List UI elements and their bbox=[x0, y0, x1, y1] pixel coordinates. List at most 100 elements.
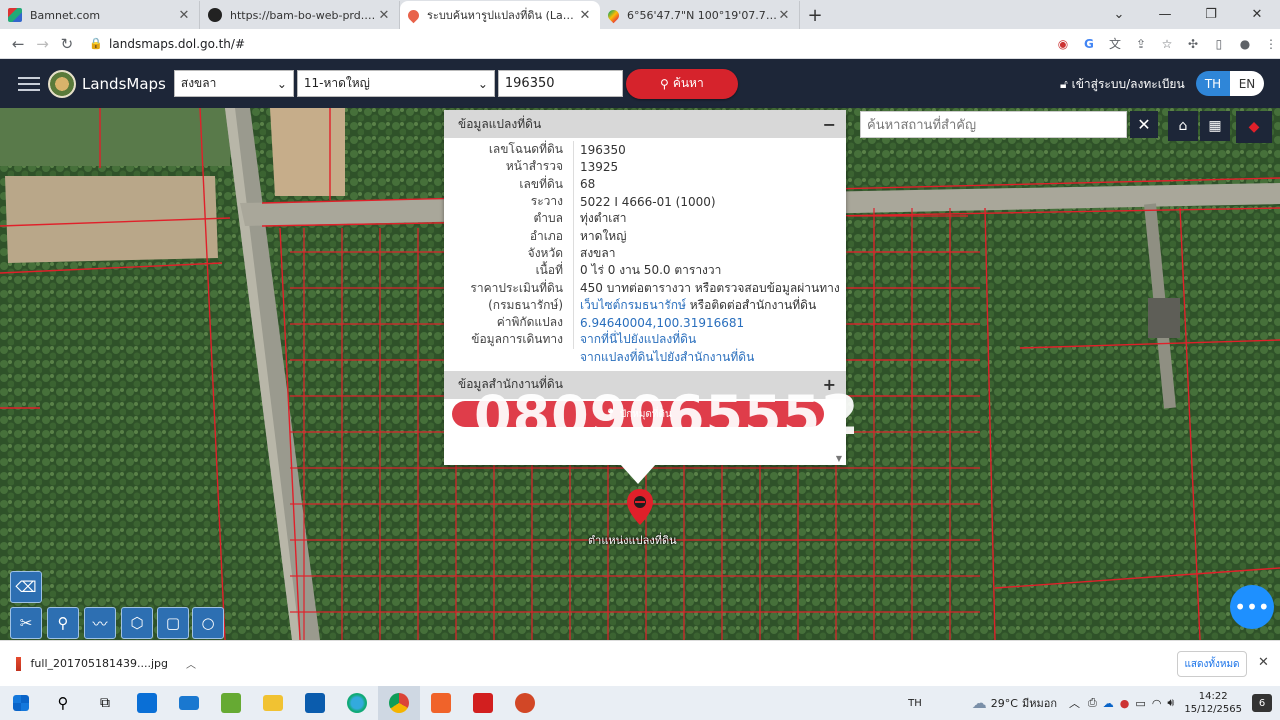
collapse-minus-icon[interactable]: − bbox=[823, 115, 836, 134]
wifi-icon[interactable]: ◠ bbox=[1152, 697, 1162, 710]
lang-en-button[interactable]: EN bbox=[1230, 71, 1264, 96]
clock[interactable]: 14:22 15/12/2565 bbox=[1184, 690, 1242, 716]
back-icon[interactable]: ← bbox=[6, 35, 30, 53]
acrobat-icon[interactable] bbox=[462, 686, 504, 720]
onedrive-icon[interactable]: ☁ bbox=[1103, 697, 1114, 710]
province-select[interactable]: สงขลา ⌄ bbox=[173, 70, 294, 97]
circle-icon[interactable]: ○ bbox=[192, 607, 224, 639]
input-language[interactable]: TH bbox=[908, 698, 922, 709]
polygon-icon[interactable]: ⬡ bbox=[121, 607, 153, 639]
field-value: 450 บาทต่อตารางวา หรือตรวจสอบข้อมูลผ่านท… bbox=[580, 280, 840, 295]
minimize-icon[interactable]: — bbox=[1142, 0, 1188, 29]
layers-icon[interactable]: ◆ bbox=[1236, 111, 1272, 143]
hamburger-menu-icon[interactable] bbox=[18, 73, 40, 95]
download-item[interactable]: full_201705181439....jpg ︿ bbox=[16, 656, 196, 671]
polyline-icon[interactable]: 〰 bbox=[84, 607, 116, 639]
bbs-app-icon[interactable] bbox=[210, 686, 252, 720]
coordinates-link[interactable]: 6.94640004,100.31916681 bbox=[574, 316, 744, 330]
google-icon[interactable]: G bbox=[1080, 35, 1098, 53]
printer-icon[interactable]: ⎙ bbox=[1088, 696, 1097, 710]
field-value: เว็บไซต์กรมธนารักษ์ หรือติดต่อสำนักงานที… bbox=[574, 296, 816, 315]
grid-layer-icon[interactable]: ▦ bbox=[1200, 111, 1230, 141]
more-options-button[interactable]: ••• bbox=[1230, 585, 1274, 629]
ruler-tools-icon[interactable]: ✂ bbox=[10, 607, 42, 639]
search-button-label: ค้นหา bbox=[672, 76, 704, 90]
home-app-icon[interactable] bbox=[420, 686, 462, 720]
share-icon[interactable]: ⇪ bbox=[1132, 35, 1150, 53]
treasury-website-link[interactable]: เว็บไซต์กรมธนารักษ์ bbox=[580, 298, 686, 312]
tab-title: ระบบค้นหารูปแปลงที่ดิน (LandsMaps bbox=[427, 9, 578, 22]
show-hidden-icons-icon[interactable]: ︿ bbox=[1069, 695, 1080, 711]
language-toggle: TH EN bbox=[1196, 71, 1264, 96]
store-icon[interactable] bbox=[126, 686, 168, 720]
dol-logo bbox=[48, 69, 76, 98]
network-icon[interactable]: ▭ bbox=[1135, 697, 1145, 710]
edge-icon[interactable] bbox=[336, 686, 378, 720]
close-downloads-icon[interactable]: ✕ bbox=[1258, 655, 1269, 670]
profile-avatar-icon[interactable]: ● bbox=[1236, 35, 1254, 53]
chrome-icon[interactable] bbox=[378, 686, 420, 720]
home-icon[interactable]: ⌂ bbox=[1168, 111, 1198, 141]
rectangle-icon[interactable]: ▢ bbox=[157, 607, 189, 639]
restore-icon[interactable]: ❐ bbox=[1188, 0, 1234, 29]
row-land-no: เลขที่ดิน 68 bbox=[444, 175, 846, 193]
search-button[interactable]: ⚲ ค้นหา bbox=[625, 68, 738, 99]
extensions-puzzle-icon[interactable]: ✣ bbox=[1184, 35, 1202, 53]
weather-condition[interactable]: มีหมอก bbox=[1022, 694, 1057, 712]
directions-to-parcel-link[interactable]: จากที่นี่ไปยังแปลงที่ดิน bbox=[574, 330, 696, 349]
browser-tab-landsmaps[interactable]: ระบบค้นหารูปแปลงที่ดิน (LandsMaps ✕ bbox=[400, 1, 600, 29]
temperature[interactable]: 29°C bbox=[991, 697, 1018, 710]
app-tray-icon[interactable]: ● bbox=[1120, 697, 1130, 710]
reload-icon[interactable]: ↻ bbox=[55, 35, 79, 53]
bookmark-star-icon[interactable]: ☆ bbox=[1158, 35, 1176, 53]
clear-search-icon[interactable]: ✕ bbox=[1130, 111, 1158, 138]
new-tab-button[interactable]: + bbox=[800, 1, 830, 29]
directions-to-office-link[interactable]: จากแปลงที่ดินไปยังสำนักงานที่ดิน bbox=[574, 348, 754, 367]
location-blocked-icon[interactable]: ◉ bbox=[1054, 35, 1072, 53]
close-window-icon[interactable]: ✕ bbox=[1234, 0, 1280, 29]
tab-search-icon[interactable]: ⌄ bbox=[1096, 0, 1142, 29]
notification-badge[interactable]: 6 bbox=[1252, 694, 1272, 712]
parcel-info-header[interactable]: ข้อมูลแปลงที่ดิน − bbox=[444, 110, 846, 138]
forward-icon[interactable]: → bbox=[30, 35, 54, 53]
download-file-name: full_201705181439....jpg bbox=[30, 657, 168, 670]
browser-tab-bamnet[interactable]: Bamnet.com ✕ bbox=[0, 1, 200, 29]
scroll-down-arrow-icon[interactable]: ▼ bbox=[836, 454, 842, 463]
close-tab-icon[interactable]: ✕ bbox=[177, 8, 191, 23]
parcel-number-input[interactable]: 196350 bbox=[497, 70, 623, 97]
browser-tab-google-maps[interactable]: 6°56'47.7"N 100°19'07.7"E - Goo ✕ bbox=[600, 1, 800, 29]
chevron-up-icon[interactable]: ︿ bbox=[186, 656, 196, 671]
downloads-bar: full_201705181439....jpg ︿ แสดงทั้งหมด ✕ bbox=[0, 640, 1280, 686]
task-view-icon[interactable]: ⧉ bbox=[84, 686, 126, 720]
lang-th-button[interactable]: TH bbox=[1196, 71, 1230, 96]
windows-start-icon[interactable] bbox=[0, 686, 42, 720]
eraser-icon[interactable]: ⌫ bbox=[10, 571, 42, 603]
row-deed-no: เลขโฉนดที่ดิน 196350 bbox=[444, 141, 846, 159]
close-tab-icon[interactable]: ✕ bbox=[377, 8, 391, 23]
place-search-input[interactable]: ค้นหาสถานที่สำคัญ bbox=[860, 111, 1127, 138]
district-select[interactable]: 11-หาดใหญ่ ⌄ bbox=[296, 70, 495, 97]
login-link[interactable]: 🔓︎ เข้าสู่ระบบ/ลงทะเบียน bbox=[1060, 75, 1185, 94]
marker-icon[interactable]: ⚲ bbox=[47, 607, 79, 639]
map-pin-favicon-icon bbox=[405, 7, 422, 23]
parcel-location-pin-icon[interactable] bbox=[626, 488, 654, 530]
side-panel-icon[interactable]: ▯ bbox=[1210, 35, 1228, 53]
close-tab-icon[interactable]: ✕ bbox=[777, 8, 791, 23]
powerpoint-icon[interactable] bbox=[504, 686, 546, 720]
close-tab-icon[interactable]: ✕ bbox=[578, 8, 592, 23]
browser-tab-bam[interactable]: https://bam-bo-web-prd.bam.co ✕ bbox=[200, 1, 400, 29]
search-icon[interactable]: ⚲ bbox=[42, 686, 84, 720]
mail-icon[interactable] bbox=[168, 686, 210, 720]
translate-icon[interactable]: 文 bbox=[1106, 35, 1124, 53]
show-all-downloads-button[interactable]: แสดงทั้งหมด bbox=[1177, 651, 1247, 677]
brand-name: LandsMaps bbox=[82, 74, 166, 93]
row-map-sheet: ระวาง 5022 I 4666-01 (1000) bbox=[444, 192, 846, 211]
row-district: อำเภอ หาดใหญ่ bbox=[444, 227, 846, 245]
outlook-icon[interactable] bbox=[294, 686, 336, 720]
file-explorer-icon[interactable] bbox=[252, 686, 294, 720]
row-directions: ข้อมูลการเดินทาง จากที่นี่ไปยังแปลงที่ดิน bbox=[444, 330, 846, 349]
search-icon: ⚲ bbox=[660, 76, 669, 91]
menu-kebab-icon[interactable]: ⋮ bbox=[1262, 35, 1280, 53]
address-bar[interactable]: 🔒 landsmaps.dol.go.th/# bbox=[85, 31, 984, 57]
volume-icon[interactable]: 🔊︎ bbox=[1167, 696, 1174, 710]
